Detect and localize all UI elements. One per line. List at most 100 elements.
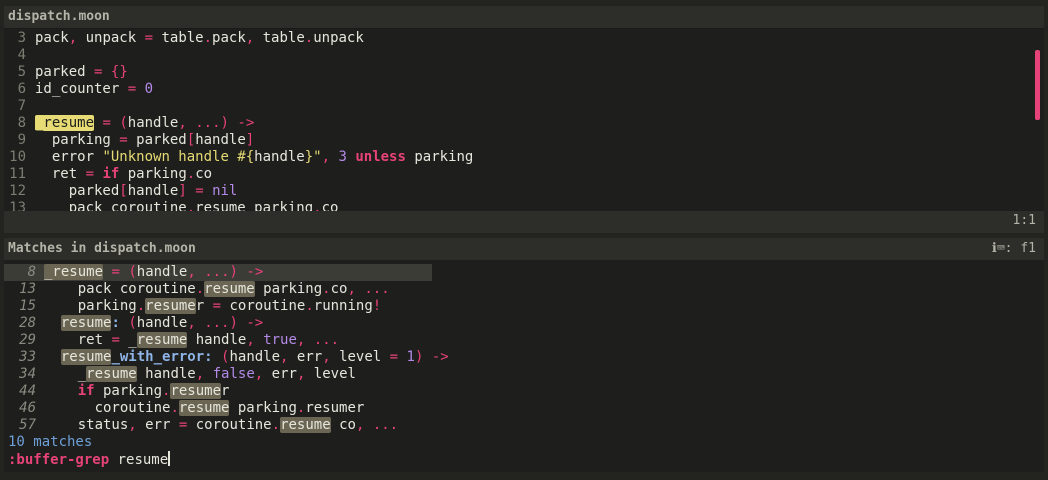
match-item[interactable]: 34 _resume handle, false, err, level	[4, 366, 1044, 383]
code-token: handle	[136, 315, 188, 331]
line-number: 11	[9, 166, 26, 182]
code-token: ->	[246, 264, 264, 280]
code-token: =	[111, 332, 120, 348]
code-token: ->	[431, 349, 449, 365]
code-token: ...	[204, 264, 230, 280]
line-number: 3	[17, 30, 26, 46]
match-highlight: resume	[60, 349, 112, 365]
code-token: err	[136, 417, 179, 433]
code-token: .	[170, 400, 179, 416]
match-item[interactable]: 57 status, err = coroutine.resume co, ..…	[4, 417, 1044, 434]
code-token: =	[195, 183, 204, 199]
code-token: ,	[246, 332, 255, 348]
code-token: pack coroutine	[44, 281, 196, 297]
editor-pane[interactable]: dispatch.moon 3 pack, unpack = table.pack…	[4, 6, 1044, 233]
code-token: handle	[187, 332, 247, 348]
command-line[interactable]: :buffer-grep resume	[8, 451, 171, 469]
code-line[interactable]: 8 _resume = (handle, ...) ->	[4, 115, 1034, 132]
code-line[interactable]: 5 parked = {}	[4, 64, 1034, 81]
code-area[interactable]: 3 pack, unpack = table.pack, table.unpack…	[4, 30, 1034, 211]
code-token: parking	[254, 281, 323, 297]
code-token: ,	[195, 366, 205, 382]
line-number: 13	[9, 200, 26, 211]
code-line[interactable]: 6 id_counter = 0	[4, 81, 1034, 98]
code-line[interactable]: 4	[4, 47, 1034, 64]
code-token: if	[102, 166, 120, 182]
keybinding-hint: f1	[1020, 241, 1036, 256]
code-token: .	[186, 166, 196, 182]
code-token: =	[144, 30, 154, 46]
scrollbar-thumb[interactable]	[1035, 50, 1040, 120]
code-token: =	[389, 349, 399, 365]
code-token: co	[330, 417, 356, 433]
match-item[interactable]: 8 _resume = (handle, ...) ->	[4, 264, 432, 281]
code-token: ,	[321, 149, 331, 165]
matches-list[interactable]: 8 _resume = (handle, ...) -> 13 pack corou…	[4, 264, 1044, 434]
code-line[interactable]: 10 error "Unknown handle #{handle}", 3 u…	[4, 149, 1034, 166]
match-item[interactable]: 46 coroutine.resume parking.resumer	[4, 400, 1044, 417]
code-token: pack	[35, 30, 69, 46]
code-token: status	[44, 417, 129, 433]
matches-pane[interactable]: Matches in dispatch.moon ℹ⌨: f1 8 _resume…	[4, 238, 1044, 472]
match-highlight: resume	[204, 281, 255, 297]
line-number: 8	[17, 115, 26, 131]
code-token: .	[203, 30, 213, 46]
code-token: ...	[372, 417, 399, 433]
line-number: 12	[9, 183, 26, 199]
code-token: =	[119, 132, 128, 148]
code-token: handle	[254, 149, 305, 165]
code-token: "Unknown handle #{	[102, 149, 255, 165]
code-line[interactable]: 3 pack, unpack = table.pack, table.unpack	[4, 30, 1034, 47]
match-highlight: resume	[170, 383, 222, 399]
code-token: table	[254, 30, 305, 46]
code-token: err	[288, 349, 323, 365]
code-line[interactable]: 9 parking = parked[handle]	[4, 132, 1034, 149]
code-line[interactable]: 7	[4, 98, 1034, 115]
match-highlight: resume	[136, 332, 188, 348]
code-token: _	[119, 332, 137, 348]
code-line[interactable]: 11 ret = if parking.co	[4, 166, 1034, 183]
code-token: coroutine	[44, 400, 171, 416]
match-line-number: 34	[19, 366, 36, 382]
code-token: parking	[229, 400, 297, 416]
code-token: co	[330, 281, 348, 297]
code-token: .	[136, 298, 146, 314]
match-item[interactable]: 15 parking.resumer = coroutine.running!	[4, 298, 1044, 315]
code-token: unless	[355, 149, 406, 165]
match-item[interactable]: 13 pack coroutine.resume parking.co, ...	[4, 281, 1044, 298]
match-item[interactable]: 33 resume_with_error: (handle, err, leve…	[4, 349, 1044, 366]
match-item[interactable]: 44 if parking.resumer	[4, 383, 1044, 400]
code-token: co	[321, 200, 339, 211]
match-count: 10 matches	[8, 434, 93, 450]
code-token: (	[119, 115, 128, 131]
code-line[interactable]: 13 pack coroutine.resume parking.co	[4, 200, 1034, 211]
code-token: =	[102, 115, 111, 131]
code-token: handle	[195, 132, 246, 148]
command-input[interactable]: resume	[118, 452, 169, 468]
code-token: ...	[204, 315, 230, 331]
code-token: r	[195, 298, 213, 314]
code-token: unpack	[77, 30, 145, 46]
code-token: unpack	[313, 30, 364, 46]
match-highlight: resume	[280, 417, 331, 433]
match-item[interactable]: 29 ret = _resume handle, true, ...	[4, 332, 1044, 349]
code-token: true	[263, 332, 297, 348]
code-line[interactable]: 12 parked[handle] = nil	[4, 183, 1034, 200]
match-highlight: resume	[145, 298, 196, 314]
match-item[interactable]: 28 resume: (handle, ...) ->	[4, 315, 1044, 332]
code-token: _	[44, 366, 87, 382]
code-token: coroutine	[187, 417, 272, 433]
code-token: r	[221, 383, 230, 399]
code-token: [	[119, 183, 128, 199]
code-token: .	[322, 281, 331, 297]
code-token: )	[220, 115, 229, 131]
